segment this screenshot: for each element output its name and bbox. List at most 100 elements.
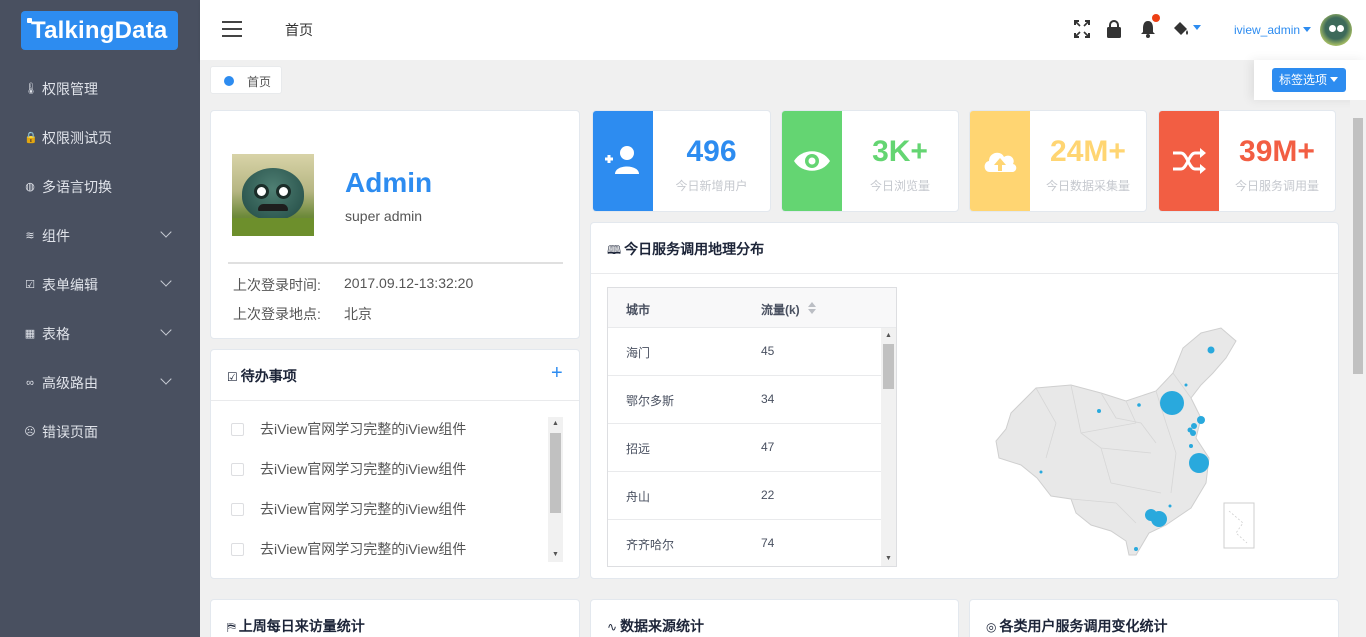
stat-card-service-calls: 39M+ 今日服务调用量 — [1158, 110, 1336, 212]
sidebar-item-0[interactable]: 🌡 权限管理 — [0, 64, 200, 113]
infinity-icon: ∞ — [26, 376, 34, 389]
pulse-icon: ∿ — [607, 620, 618, 634]
divider — [228, 262, 563, 264]
todo-scrollbar[interactable]: ▲ ▼ — [548, 417, 563, 562]
scroll-thumb[interactable] — [883, 344, 894, 389]
sad-face-icon: ☹ — [24, 426, 36, 438]
table-row[interactable]: 舟山 22 — [608, 472, 881, 520]
tag-options-area: 标签选项 — [1254, 60, 1366, 100]
chevron-down-icon — [1330, 77, 1339, 82]
table-scrollbar[interactable]: ▲ ▼ — [881, 328, 896, 566]
todo-checkbox[interactable] — [231, 502, 244, 516]
todo-checkbox[interactable] — [231, 422, 244, 436]
table-row[interactable]: 海门 45 — [608, 328, 881, 376]
target-icon: ◎ — [986, 620, 997, 634]
todo-item[interactable]: 去iView官网学习完整的iView组件 — [231, 419, 466, 439]
paint-bucket-icon[interactable] — [1171, 19, 1201, 39]
thermometer-icon: 🌡 — [24, 83, 38, 95]
menu-toggle-icon[interactable] — [222, 21, 242, 37]
last-login-place: 北京 — [344, 306, 372, 322]
sidebar-item-label: 表单编辑 — [42, 276, 98, 293]
user-menu[interactable]: iview_admin — [1234, 23, 1312, 37]
chevron-down-icon — [1303, 27, 1312, 32]
lock-icon[interactable] — [1105, 19, 1123, 39]
table-row[interactable]: 齐齐哈尔 74 — [608, 520, 881, 566]
scroll-up-icon[interactable]: ▲ — [881, 331, 896, 341]
column-header-city[interactable]: 城市 — [626, 301, 650, 318]
table-row[interactable]: 招远 47 — [608, 424, 881, 472]
city-traffic-table: 城市 流量(k) 海门 45 鄂尔多斯 34 招远 47 舟山 22 齐齐哈尔 74 ▲ ▼ — [607, 287, 897, 567]
lock-icon: 🔒 — [24, 132, 38, 144]
add-todo-button[interactable]: + — [551, 362, 563, 385]
breadcrumb[interactable]: 首页 — [285, 20, 313, 40]
chevron-down-icon — [160, 373, 172, 385]
todo-text: 去iView官网学习完整的iView组件 — [260, 541, 467, 557]
sidebar-item-7[interactable]: ☹ 错误页面 — [0, 407, 200, 456]
geo-card: 🕮 今日服务调用地理分布 城市 流量(k) 海门 45 鄂尔多斯 34 招远 47 舟山 22 齐… — [590, 222, 1339, 579]
table-row[interactable]: 鄂尔多斯 34 — [608, 376, 881, 424]
weekly-visits-card: ⛿ 上周每日来访量统计 — [210, 599, 580, 637]
china-map[interactable] — [951, 293, 1281, 563]
sidebar-item-3[interactable]: ≋ 组件 — [0, 211, 200, 260]
sidebar-item-1[interactable]: 🔒 权限测试页 — [0, 113, 200, 162]
sidebar-item-label: 高级路由 — [42, 374, 98, 391]
divider — [591, 273, 1338, 274]
profile-card: Admin super admin 上次登录时间: 2017.09.12-13:… — [210, 110, 580, 339]
card-title: ◎ 各类用户服务调用变化统计 — [986, 618, 1168, 634]
cell-traffic: 47 — [761, 440, 775, 454]
user-name: iview_admin — [1234, 23, 1301, 37]
app-logo[interactable]: TalkingData — [21, 11, 178, 50]
sidebar-item-4[interactable]: ☑ 表单编辑 — [0, 260, 200, 309]
check-square-icon: ☑ — [25, 279, 35, 291]
scroll-down-icon[interactable]: ▼ — [548, 550, 563, 560]
cell-traffic: 34 — [761, 392, 775, 406]
cell-traffic: 22 — [761, 488, 775, 502]
sidebar-item-5[interactable]: ▦ 表格 — [0, 309, 200, 358]
scroll-down-icon[interactable]: ▼ — [881, 554, 896, 564]
stat-value: 24M+ — [1050, 135, 1126, 168]
todo-item[interactable]: 去iView官网学习完整的iView组件 — [231, 499, 466, 519]
scroll-thumb[interactable] — [1353, 118, 1363, 374]
sidebar-item-label: 表格 — [42, 325, 70, 342]
todo-title: ☑ 待办事项 — [227, 368, 297, 384]
tag-options-label: 标签选项 — [1279, 73, 1328, 87]
todo-item[interactable]: 去iView官网学习完整的iView组件 — [231, 539, 466, 559]
sidebar-item-label: 错误页面 — [42, 423, 98, 440]
cell-city: 鄂尔多斯 — [626, 394, 675, 408]
todo-checkbox[interactable] — [231, 542, 244, 556]
divider — [211, 400, 579, 401]
last-login-time: 2017.09.12-13:32:20 — [344, 275, 474, 291]
scroll-thumb[interactable] — [550, 433, 561, 513]
tag-home[interactable]: 首页 — [210, 66, 282, 94]
scroll-up-icon[interactable]: ▲ — [548, 419, 563, 429]
upload-cloud-icon — [970, 111, 1030, 211]
stat-value: 39M+ — [1239, 135, 1315, 168]
fullscreen-icon[interactable] — [1073, 19, 1091, 39]
sidebar-item-2[interactable]: ◍ 多语言切换 — [0, 162, 200, 211]
stat-value: 3K+ — [872, 135, 928, 168]
sidebar-item-label: 权限管理 — [42, 80, 98, 97]
stat-card-new-users: 496 今日新增用户 — [592, 110, 771, 212]
cell-city: 齐齐哈尔 — [626, 538, 675, 552]
profile-avatar — [232, 154, 314, 236]
todo-checkbox[interactable] — [231, 462, 244, 476]
tag-options-button[interactable]: 标签选项 — [1272, 68, 1346, 92]
add-user-icon — [593, 111, 653, 211]
sort-icon[interactable] — [808, 302, 816, 314]
layers-icon: ≋ — [25, 230, 35, 242]
logo-dot — [27, 18, 32, 23]
globe-icon: ◍ — [25, 181, 35, 193]
column-header-traffic[interactable]: 流量(k) — [761, 301, 800, 318]
avatar[interactable] — [1320, 14, 1352, 46]
last-login-place-label: 上次登录地点: — [233, 306, 321, 322]
sidebar-item-6[interactable]: ∞ 高级路由 — [0, 358, 200, 407]
notification-badge — [1152, 14, 1160, 22]
stat-label: 今日新增用户 — [675, 179, 748, 193]
cell-traffic: 74 — [761, 536, 775, 550]
todo-text: 去iView官网学习完整的iView组件 — [260, 421, 467, 437]
todo-item[interactable]: 去iView官网学习完整的iView组件 — [231, 459, 466, 479]
table-header: 城市 流量(k) — [608, 288, 896, 328]
profile-name: Admin — [345, 167, 433, 198]
page-scrollbar[interactable] — [1350, 100, 1366, 637]
bell-icon[interactable] — [1139, 19, 1157, 39]
